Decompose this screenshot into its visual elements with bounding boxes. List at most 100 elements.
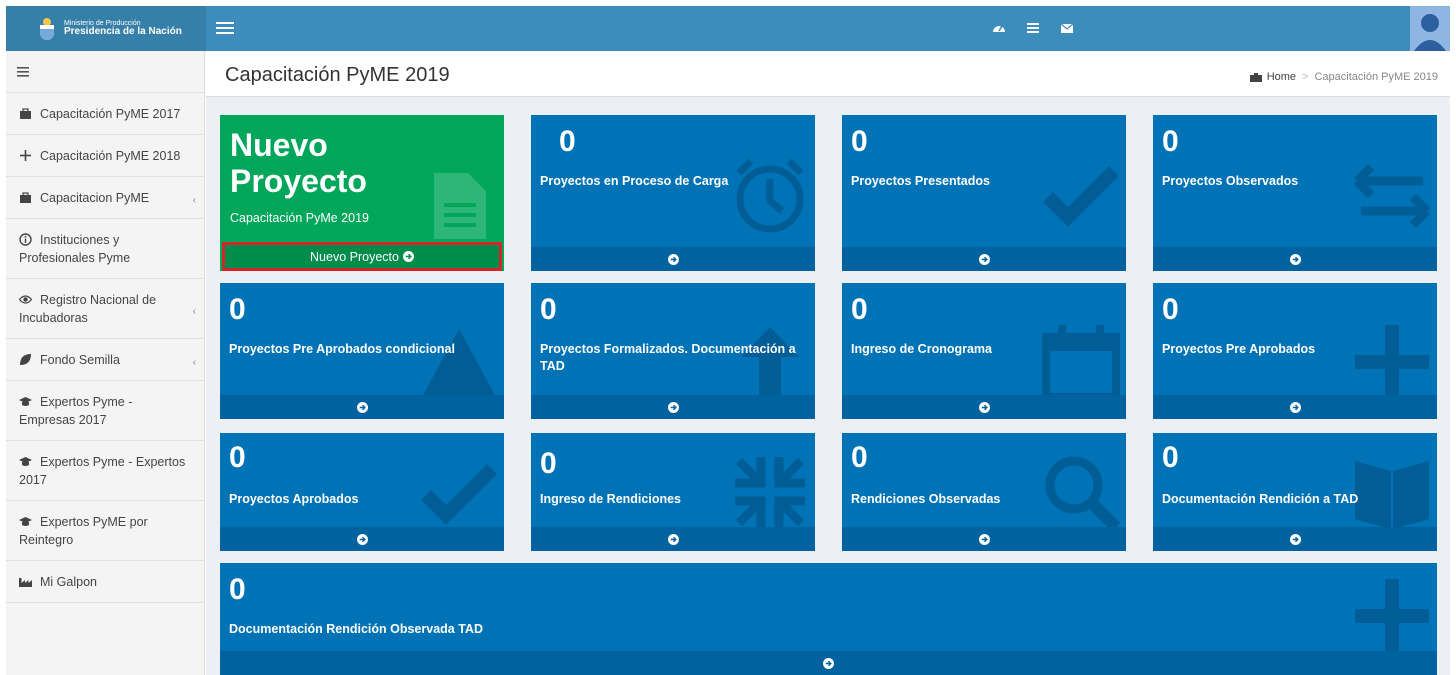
logo[interactable]: Ministerio de Producción Presidencia de … bbox=[6, 6, 206, 51]
arrow-circle-right-icon bbox=[667, 401, 679, 413]
status-tile: 0 Proyectos Pre Aprobados condicional bbox=[220, 283, 504, 419]
new-project-title-line-1: Nuevo bbox=[230, 127, 328, 163]
status-tile: 0 Proyectos Pre Aprobados bbox=[1153, 283, 1437, 419]
coat-of-arms-icon bbox=[40, 17, 54, 40]
sidebar-item-label: Capacitacion PyME bbox=[40, 190, 150, 205]
sidebar-item[interactable]: Capacitacion PyME ‹ bbox=[6, 177, 204, 219]
new-project-subtitle: Capacitación PyMe 2019 bbox=[230, 211, 369, 225]
chevron-left-icon: ‹ bbox=[192, 356, 196, 368]
sidebar-item-label: Capacitación PyME 2018 bbox=[40, 148, 181, 163]
arrow-circle-right-icon bbox=[978, 533, 990, 545]
sidebar-item-label: Registro Nacional de Incubadoras bbox=[19, 292, 157, 325]
status-tile: 0 Proyectos Observados bbox=[1153, 115, 1437, 271]
status-tile: 0 Documentación Rendición Observada TAD bbox=[220, 563, 1437, 675]
file-text-icon bbox=[434, 173, 486, 239]
graduation-cap-icon bbox=[19, 516, 32, 526]
envelope-icon[interactable] bbox=[1060, 21, 1074, 35]
plus-icon bbox=[1355, 325, 1429, 399]
app-frame: Ministerio de Producción Presidencia de … bbox=[0, 0, 1456, 675]
tile-label: Proyectos Presentados bbox=[851, 174, 990, 188]
tile-more-info-link[interactable] bbox=[842, 247, 1126, 271]
tile-more-info-link[interactable] bbox=[842, 527, 1126, 551]
dashboard-icon[interactable] bbox=[992, 21, 1006, 35]
tile-count: 0 bbox=[229, 573, 246, 606]
sidebar-item[interactable]: Capacitación PyME 2018 bbox=[6, 135, 204, 177]
sidebar-item[interactable]: Fondo Semilla ‹ bbox=[6, 339, 204, 381]
arrow-circle-right-icon bbox=[356, 401, 368, 413]
sidebar-item[interactable]: Registro Nacional de Incubadoras ‹ bbox=[6, 279, 204, 339]
chevron-left-icon: ‹ bbox=[192, 305, 196, 317]
bars-icon bbox=[17, 66, 29, 77]
info-icon bbox=[19, 232, 32, 246]
new-project-button[interactable]: Nuevo Proyecto bbox=[222, 242, 502, 271]
arrow-circle-right-icon bbox=[978, 253, 990, 265]
sidebar-item-text: Fondo Semilla bbox=[19, 351, 192, 369]
briefcase-icon bbox=[20, 191, 31, 203]
tile-more-info-link[interactable] bbox=[531, 527, 815, 551]
sidebar-item[interactable]: Expertos Pyme - Empresas 2017 bbox=[6, 381, 204, 441]
sidebar-item-text: Expertos Pyme - Empresas 2017 bbox=[19, 393, 192, 429]
tile-more-info-link[interactable] bbox=[220, 651, 1437, 675]
new-project-tile: Nuevo Proyecto Capacitación PyMe 2019 Nu… bbox=[220, 115, 504, 271]
page-title: Capacitación PyME 2019 bbox=[225, 64, 450, 86]
sidebar-item-label: Mi Galpon bbox=[40, 574, 97, 589]
user-avatar[interactable] bbox=[1410, 6, 1450, 51]
user-silhouette-icon bbox=[1410, 6, 1450, 51]
content-header: Capacitación PyME 2019 Home > Capacitaci… bbox=[206, 51, 1450, 97]
tile-label: Ingreso de Cronograma bbox=[851, 342, 992, 356]
tile-more-info-link[interactable] bbox=[220, 527, 504, 551]
status-tile: 0 Proyectos Formalizados. Documentación a… bbox=[531, 283, 815, 419]
sidebar-item[interactable]: Expertos PyME por Reintegro bbox=[6, 501, 204, 561]
chevron-left-icon: ‹ bbox=[192, 194, 196, 206]
tile-label: Proyectos Formalizados. Documentación a … bbox=[540, 342, 796, 373]
tile-label: Proyectos Observados bbox=[1162, 174, 1299, 188]
tile-count: 0 bbox=[1162, 125, 1179, 158]
tile-count: 0 bbox=[851, 441, 868, 474]
tile-count: 0 bbox=[229, 293, 246, 326]
sidebar-item-label: Capacitación PyME 2017 bbox=[40, 106, 181, 121]
tile-count: 0 bbox=[1162, 441, 1179, 474]
tile-more-info-link[interactable] bbox=[220, 395, 504, 419]
sidebar-item[interactable]: Capacitación PyME 2017 bbox=[6, 93, 204, 135]
new-project-title-line-2: Proyecto bbox=[230, 163, 367, 199]
tile-more-info-link[interactable] bbox=[842, 395, 1126, 419]
tile-more-info-link[interactable] bbox=[1153, 395, 1437, 419]
arrow-circle-right-icon bbox=[1289, 401, 1301, 413]
briefcase-icon bbox=[20, 107, 31, 119]
status-tile: 0 Ingreso de Cronograma bbox=[842, 283, 1126, 419]
sidebar-item-text: Registro Nacional de Incubadoras bbox=[19, 291, 192, 327]
tile-more-info-link[interactable] bbox=[531, 395, 815, 419]
arrow-circle-right-icon bbox=[667, 253, 679, 265]
sidebar-item-text: Mi Galpon bbox=[19, 573, 192, 591]
tile-more-info-link[interactable] bbox=[531, 247, 815, 271]
tile-more-info-link[interactable] bbox=[1153, 247, 1437, 271]
tile-count: 0 bbox=[540, 447, 557, 480]
tile-more-info-link[interactable] bbox=[1153, 527, 1437, 551]
sidebar-toggle[interactable] bbox=[6, 51, 204, 93]
tile-label: Documentación Rendición Observada TAD bbox=[229, 622, 483, 636]
breadcrumb-home[interactable]: Home bbox=[1249, 71, 1296, 83]
list-icon[interactable] bbox=[1026, 21, 1040, 35]
sidebar-item[interactable]: Mi Galpon bbox=[6, 561, 204, 603]
menu-toggle-icon[interactable] bbox=[216, 18, 234, 38]
sidebar-item-text: Expertos Pyme - Expertos 2017 bbox=[19, 453, 192, 489]
sidebar-item-text: Expertos PyME por Reintegro bbox=[19, 513, 192, 549]
tile-label: Documentación Rendición a TAD bbox=[1162, 492, 1359, 506]
status-tile: 0 Proyectos Aprobados bbox=[220, 433, 504, 551]
tile-label: Ingreso de Rendiciones bbox=[540, 492, 682, 506]
tile-count: 0 bbox=[229, 441, 246, 474]
breadcrumb: Home > Capacitación PyME 2019 bbox=[1249, 71, 1438, 83]
sidebar-item-label: Expertos PyME por Reintegro bbox=[19, 514, 148, 547]
calendar-icon bbox=[1042, 325, 1120, 401]
sidebar-item[interactable]: Expertos Pyme - Expertos 2017 bbox=[6, 441, 204, 501]
logo-line-2: Presidencia de la Nación bbox=[64, 25, 182, 37]
tile-label: Proyectos en Proceso de Carga bbox=[540, 174, 729, 188]
arrow-circle-right-icon bbox=[402, 251, 414, 262]
status-tile: 0 Proyectos Presentados bbox=[842, 115, 1126, 271]
status-tile: 0 Ingreso de Rendiciones bbox=[531, 433, 815, 551]
leaf-icon bbox=[20, 353, 31, 365]
new-project-title: Nuevo Proyecto bbox=[230, 127, 367, 199]
sidebar-item-text: Instituciones y Profesionales Pyme bbox=[19, 231, 192, 267]
sidebar-item[interactable]: Instituciones y Profesionales Pyme bbox=[6, 219, 204, 279]
plus-icon bbox=[1355, 579, 1429, 653]
